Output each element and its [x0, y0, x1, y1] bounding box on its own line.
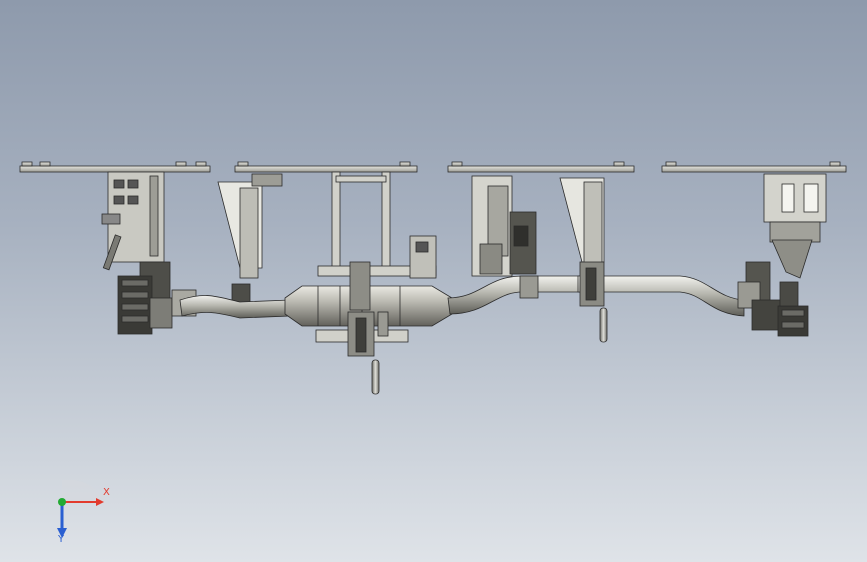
y-axis-label: Y: [58, 534, 65, 545]
cad-viewport[interactable]: X Y: [0, 0, 867, 562]
triad-background-arc: [62, 480, 106, 502]
exhaust-pipe-middle: [447, 275, 581, 315]
clamp-unit-center[interactable]: [315, 171, 437, 395]
origin-z-icon: [58, 498, 66, 506]
clamp-unit-5[interactable]: [559, 177, 608, 343]
clamp-unit-2[interactable]: [217, 173, 283, 311]
mounting-plates: [19, 161, 847, 173]
coordinate-triad: [57, 480, 106, 538]
clamp-unit-right[interactable]: [737, 173, 827, 337]
x-axis-label: X: [103, 487, 110, 498]
exhaust-fixture-model[interactable]: [0, 0, 867, 562]
